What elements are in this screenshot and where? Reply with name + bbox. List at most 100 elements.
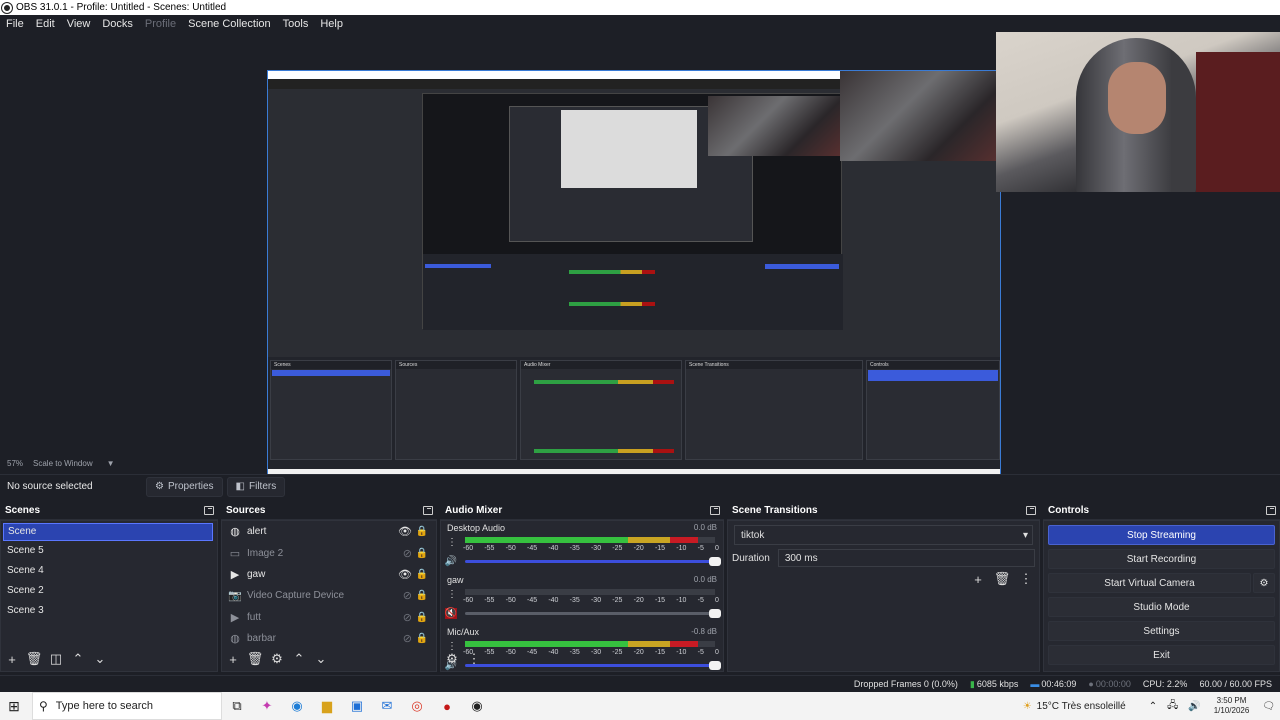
slider-knob[interactable] xyxy=(709,609,721,618)
settings-button[interactable]: Settings xyxy=(1048,621,1275,641)
chrome-icon[interactable]: ◎ xyxy=(402,692,432,720)
display-capture-source[interactable]: Scenes Sources Audio Mixer Scene Transit… xyxy=(267,70,1001,483)
program-preview[interactable]: Scenes Sources Audio Mixer Scene Transit… xyxy=(0,32,1280,483)
undock-icon[interactable] xyxy=(710,506,720,515)
eye-icon[interactable]: 👁 xyxy=(398,525,412,538)
filters-button[interactable]: ◧ Filters xyxy=(226,476,286,497)
mail-icon[interactable]: ✉ xyxy=(372,692,402,720)
menu-scene-collection[interactable]: Scene Collection xyxy=(182,18,277,30)
taskbar-search[interactable]: ⚲ Type here to search xyxy=(32,692,222,720)
move-down-icon[interactable]: ⌄ xyxy=(91,651,109,667)
source-item[interactable]: ◍ barbar ⊘ 🔒 xyxy=(222,628,436,649)
scene-item[interactable]: Scene 2 xyxy=(1,581,217,601)
source-item[interactable]: ▶ futt ⊘ 🔒 xyxy=(222,607,436,628)
tick-label: -45 xyxy=(526,649,538,656)
file-explorer-icon[interactable]: ▆ xyxy=(312,692,342,720)
menu-docks[interactable]: Docks xyxy=(96,18,139,30)
start-virtual-camera-button[interactable]: Start Virtual Camera xyxy=(1048,573,1251,593)
source-properties-icon[interactable]: ⚙ xyxy=(268,651,286,667)
transition-select[interactable]: tiktok ▾ xyxy=(734,525,1033,545)
add-transition-icon[interactable]: + xyxy=(969,571,987,587)
lock-icon[interactable]: 🔒 xyxy=(416,569,428,580)
scene-item[interactable]: Scene 4 xyxy=(1,561,217,581)
eye-icon[interactable]: 👁 xyxy=(398,568,412,581)
edge-icon[interactable]: ◉ xyxy=(282,692,312,720)
lock-icon[interactable]: 🔒 xyxy=(416,612,428,623)
mixer-menu-icon[interactable]: ⋮ xyxy=(465,651,483,667)
scale-mode[interactable]: Scale to Window xyxy=(33,459,93,468)
unlock-icon[interactable]: 🔒 xyxy=(416,590,428,601)
webcam-chair xyxy=(1196,52,1280,192)
slider-knob[interactable] xyxy=(709,557,721,566)
windows-start-icon[interactable]: ⊞ xyxy=(0,692,28,720)
channel-menu-icon[interactable]: ⋮ xyxy=(447,589,457,600)
tick-label: -30 xyxy=(590,649,602,656)
menu-help[interactable]: Help xyxy=(314,18,349,30)
volume-icon[interactable]: 🔊 xyxy=(1188,701,1200,712)
duration-input[interactable]: 300 ms xyxy=(777,549,1035,567)
add-scene-icon[interactable]: + xyxy=(3,651,21,667)
transition-menu-icon[interactable]: ⋮ xyxy=(1017,571,1035,587)
menu-tools[interactable]: Tools xyxy=(277,18,315,30)
eye-hidden-icon[interactable]: ⊘ xyxy=(403,632,412,645)
volume-slider[interactable] xyxy=(465,609,721,618)
virtual-camera-settings-icon[interactable]: ⚙ xyxy=(1253,573,1275,593)
remove-scene-icon[interactable]: 🗑 xyxy=(25,651,43,667)
eye-hidden-icon[interactable]: ⊘ xyxy=(403,547,412,560)
system-tray: ☀ 15°C Très ensoleillé ⌃ 🖧 🔊 3:50 PM 1/1… xyxy=(1018,692,1280,720)
source-item[interactable]: ▶ gaw 👁 🔒 xyxy=(222,564,436,585)
remove-source-icon[interactable]: 🗑 xyxy=(246,651,264,667)
scene-filters-icon[interactable]: ◫ xyxy=(47,651,65,667)
menu-view[interactable]: View xyxy=(61,18,97,30)
channel-menu-icon[interactable]: ⋮ xyxy=(447,537,457,548)
record-icon: ● xyxy=(1088,679,1094,689)
scene-item[interactable]: Scene xyxy=(3,523,213,541)
chevron-up-icon[interactable]: ⌃ xyxy=(1149,701,1157,712)
obs-taskbar-icon[interactable]: ◉ xyxy=(462,692,492,720)
source-item[interactable]: 📷 Video Capture Device ⊘ 🔒 xyxy=(222,585,436,606)
unlock-icon[interactable]: 🔒 xyxy=(416,548,428,559)
network-icon[interactable]: 🖧 xyxy=(1167,698,1178,715)
stop-streaming-button[interactable]: Stop Streaming xyxy=(1048,525,1275,545)
remove-transition-icon[interactable]: 🗑 xyxy=(993,571,1011,587)
start-recording-button[interactable]: Start Recording xyxy=(1048,549,1275,569)
webcam-source[interactable] xyxy=(996,32,1280,192)
eye-hidden-icon[interactable]: ⊘ xyxy=(403,611,412,624)
move-down-icon[interactable]: ⌄ xyxy=(312,651,330,667)
menu-file[interactable]: File xyxy=(0,18,30,30)
advanced-audio-icon[interactable]: ⚙ xyxy=(443,651,461,667)
move-up-icon[interactable]: ⌃ xyxy=(69,651,87,667)
undock-icon[interactable] xyxy=(1026,506,1036,515)
muted-icon[interactable]: 🔇 xyxy=(445,608,457,619)
lock-icon[interactable]: 🔒 xyxy=(416,526,428,537)
scene-item[interactable]: Scene 3 xyxy=(1,601,217,621)
slider-knob[interactable] xyxy=(709,661,721,670)
source-item[interactable]: ▭ Image 2 ⊘ 🔒 xyxy=(222,542,436,563)
source-name: barbar xyxy=(247,633,276,645)
store-icon[interactable]: ▣ xyxy=(342,692,372,720)
properties-button[interactable]: ⚙ Properties xyxy=(146,476,223,497)
move-up-icon[interactable]: ⌃ xyxy=(290,651,308,667)
clock[interactable]: 3:50 PM 1/10/2026 xyxy=(1214,696,1250,716)
menu-edit[interactable]: Edit xyxy=(30,18,61,30)
copilot-icon[interactable]: ✦ xyxy=(252,692,282,720)
undock-icon[interactable] xyxy=(1266,506,1276,515)
add-source-icon[interactable]: + xyxy=(224,651,242,667)
app-icon[interactable]: ● xyxy=(432,692,462,720)
weather-text[interactable]: 15°C Très ensoleillé xyxy=(1037,701,1126,712)
undock-icon[interactable] xyxy=(423,506,433,515)
duration-label: Duration xyxy=(732,552,770,564)
speaker-icon[interactable]: 🔊 xyxy=(445,556,457,567)
scene-item[interactable]: Scene 5 xyxy=(1,541,217,561)
scale-dropdown-icon[interactable]: ▼ xyxy=(107,459,115,468)
volume-slider[interactable] xyxy=(465,661,721,670)
lock-icon[interactable]: 🔒 xyxy=(416,633,428,644)
exit-button[interactable]: Exit xyxy=(1048,645,1275,665)
volume-slider[interactable] xyxy=(465,557,721,566)
undock-icon[interactable] xyxy=(204,506,214,515)
source-item[interactable]: ◍ alert 👁 🔒 xyxy=(222,521,436,542)
studio-mode-button[interactable]: Studio Mode xyxy=(1048,597,1275,617)
eye-hidden-icon[interactable]: ⊘ xyxy=(403,589,412,602)
task-view-icon[interactable]: ⧉ xyxy=(222,692,252,720)
notification-icon[interactable]: 🗨 xyxy=(1262,701,1275,712)
